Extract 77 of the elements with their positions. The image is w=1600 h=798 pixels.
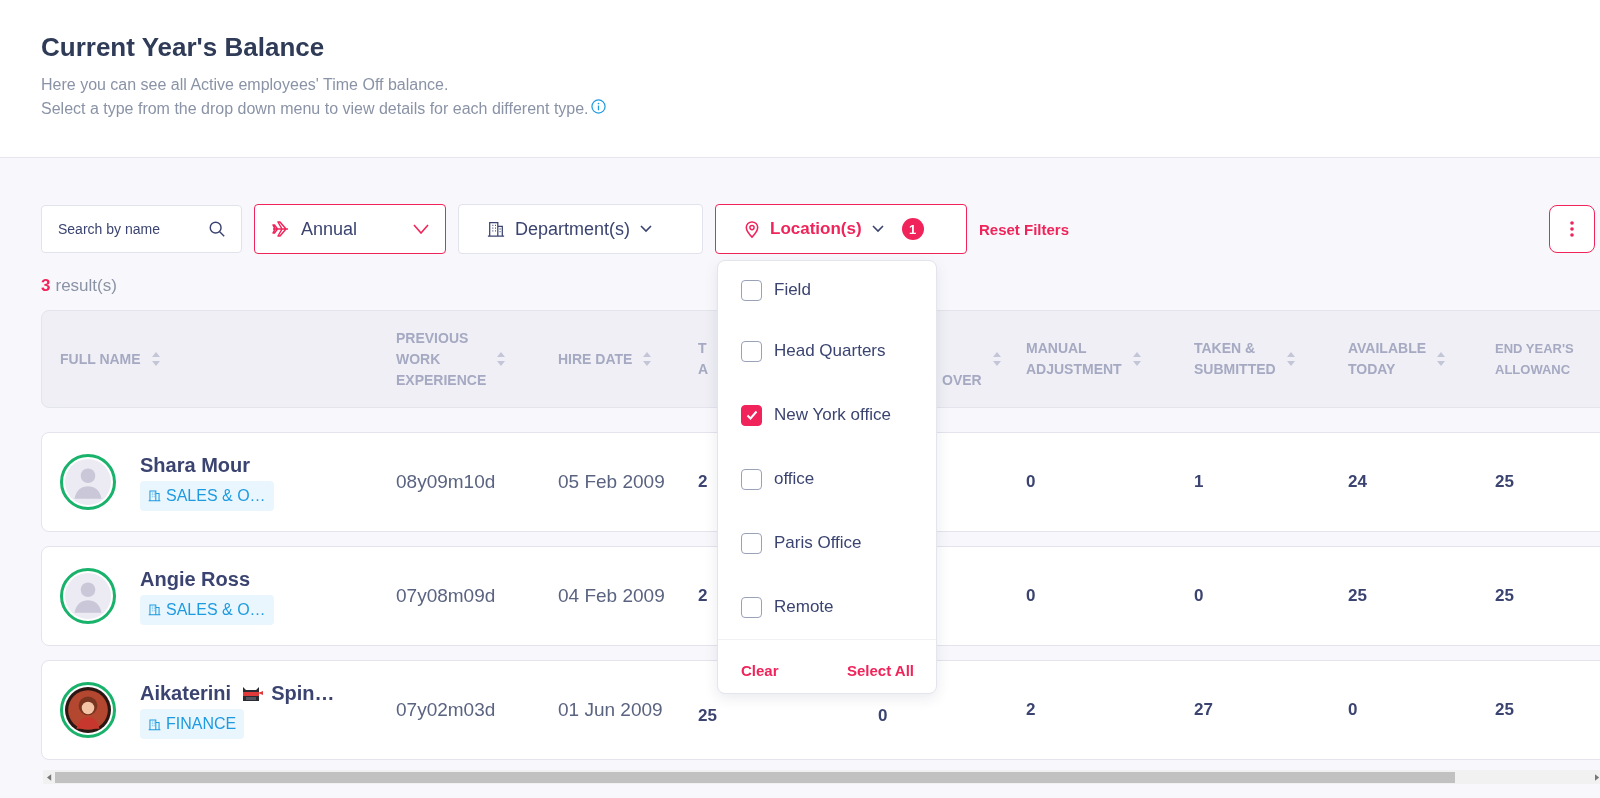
table-cell: 25 <box>1495 472 1514 491</box>
sort-icon[interactable] <box>1131 351 1142 367</box>
location-dropdown[interactable]: Location(s) 1 <box>715 204 967 254</box>
reset-filters-link[interactable]: Reset Filters <box>979 220 1070 238</box>
search-icon <box>208 220 226 238</box>
table-cell: 0 <box>1026 472 1036 491</box>
checkbox[interactable] <box>741 596 762 618</box>
table-cell: 04 Feb 2009 <box>558 585 665 606</box>
sort-icon[interactable] <box>991 351 1002 367</box>
description-text: Select a type from the drop down menu to view details for each different type. <box>41 99 589 119</box>
option-label[interactable]: New York office <box>774 405 891 425</box>
sort-icon[interactable] <box>496 351 507 367</box>
sort-icon[interactable] <box>1285 351 1296 367</box>
table-cell: 07y02m03d <box>396 699 496 720</box>
checkmark-icon <box>744 408 759 422</box>
table-cell: 25 <box>698 706 717 725</box>
table-cell: 0 <box>1194 586 1204 605</box>
map-pin-icon <box>744 219 760 239</box>
checkbox[interactable] <box>741 404 762 426</box>
department-tag: SALES & O… <box>140 594 274 625</box>
type-dropdown[interactable]: Annual <box>254 204 446 254</box>
employee-name[interactable]: Spin… <box>271 681 335 705</box>
table-cell: 2 <box>1026 700 1036 719</box>
table-cell: 1 <box>1194 472 1204 491</box>
table-cell: 2 <box>698 586 708 605</box>
table-cell: 25 <box>1348 586 1367 605</box>
avatar-silhouette-icon <box>65 459 111 505</box>
employee-name[interactable]: Angie Ross <box>140 567 251 591</box>
more-button[interactable] <box>1549 205 1595 253</box>
option-label[interactable]: Head Quarters <box>774 341 886 361</box>
table-cell: 25 <box>1495 700 1514 719</box>
table-cell: 01 Jun 2009 <box>558 699 663 720</box>
search-field[interactable]: Search by name <box>41 205 242 253</box>
option-label[interactable]: Field <box>774 280 811 300</box>
scrollbar-thumb[interactable] <box>55 771 1455 783</box>
table-cell: 0 <box>1348 700 1358 719</box>
department-dropdown[interactable]: Department(s) <box>458 204 703 254</box>
option-label[interactable]: Remote <box>774 597 834 617</box>
department-tag: FINANCE <box>140 709 245 739</box>
menu-action-link[interactable]: Clear <box>741 662 779 679</box>
result-label: result(s) <box>55 276 117 296</box>
option-label[interactable]: office <box>774 469 815 489</box>
avatar-silhouette-icon <box>65 573 111 619</box>
table-cell: 07y08m09d <box>396 585 496 606</box>
chevron-down-icon <box>413 224 429 234</box>
department-tag: SALES & O… <box>140 480 274 511</box>
checkbox[interactable] <box>741 340 762 362</box>
sort-icon[interactable] <box>642 351 653 367</box>
table-cell: 2 <box>698 472 708 491</box>
table-cell: 25 <box>1495 586 1514 605</box>
sort-icon[interactable] <box>1436 351 1447 367</box>
chevron-down-icon <box>871 225 884 233</box>
more-icon <box>1570 221 1574 237</box>
checkbox[interactable] <box>741 279 762 301</box>
table-cell: 27 <box>1194 700 1213 719</box>
table-cell: 08y09m10d <box>396 471 496 492</box>
chevron-down-icon <box>640 225 653 233</box>
table-cell: 24 <box>1348 472 1367 491</box>
result-count: 3 <box>41 276 51 296</box>
building-icon <box>148 717 161 731</box>
sort-icon[interactable] <box>150 351 161 367</box>
airplane-icon <box>271 219 291 239</box>
description-text: Here you can see all Active employees' Time Off balance. <box>41 75 449 95</box>
building-icon <box>148 489 161 502</box>
building-icon <box>487 220 505 238</box>
count-badge: 1 <box>901 218 924 240</box>
building-icon <box>148 603 161 616</box>
employee-name[interactable]: Aikaterini <box>140 681 232 705</box>
page-title: Current Year's Balance <box>41 32 326 63</box>
menu-action-link[interactable]: Select All <box>847 662 914 679</box>
checkbox[interactable] <box>741 468 762 490</box>
info-icon[interactable] <box>590 98 606 114</box>
table-cell: 05 Feb 2009 <box>558 471 665 492</box>
employee-name[interactable]: Shara Mour <box>140 453 251 477</box>
table-cell: 0 <box>878 706 888 725</box>
table-cell: 0 <box>1026 586 1036 605</box>
checkbox[interactable] <box>741 532 762 554</box>
